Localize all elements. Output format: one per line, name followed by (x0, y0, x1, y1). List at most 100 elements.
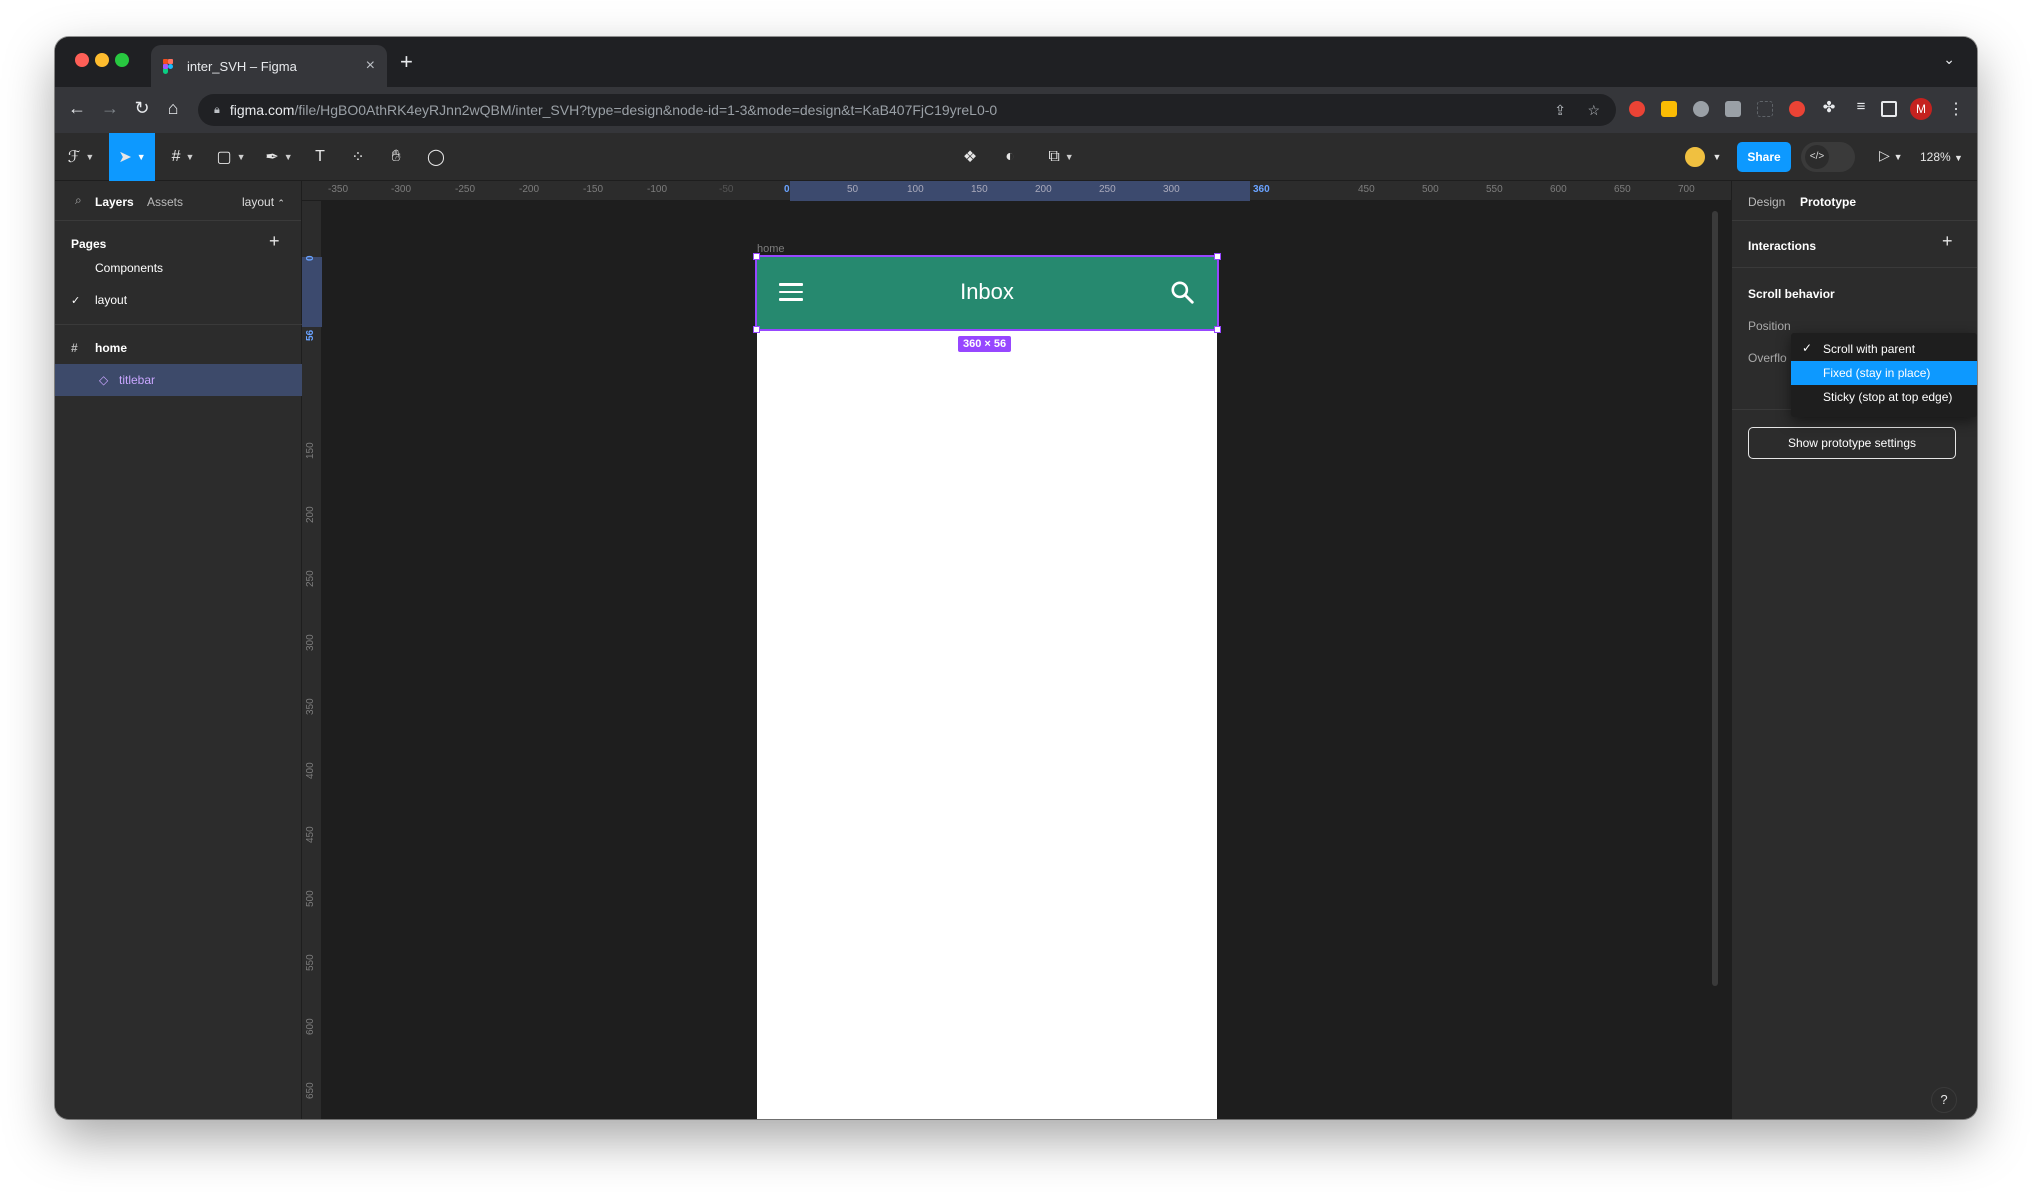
extension-icon[interactable] (1757, 101, 1773, 117)
extension-icon[interactable] (1629, 101, 1645, 117)
canvas-scrollbar[interactable] (1712, 211, 1718, 986)
reload-icon[interactable]: ↻ (130, 98, 154, 119)
checkmark-icon: ✓ (1802, 341, 1813, 355)
ruler-tick: 500 (305, 890, 316, 907)
right-panel-tabs: Design Prototype (1732, 181, 1977, 221)
browser-tab[interactable]: inter_SVH – Figma × (151, 45, 387, 87)
ruler-selection-range (302, 257, 322, 327)
zoom-dropdown[interactable]: 128% ▼ (1920, 150, 1963, 164)
titlebar-title: Inbox (960, 279, 1014, 304)
properties-panel: Design Prototype Interactions + Scroll b… (1731, 181, 1977, 1119)
frame-tool-button[interactable]: # ▼ (165, 133, 201, 181)
main-menu-button[interactable]: ℱ ▼ (63, 133, 99, 181)
layer-home[interactable]: # home (55, 332, 302, 364)
position-label: Position (1748, 319, 1791, 333)
pen-tool-button[interactable]: ✒︎ ▼ (261, 133, 297, 181)
page-selector[interactable]: layout ⌃ (242, 195, 285, 209)
minimize-window-button[interactable] (95, 53, 109, 67)
ruler-tick: 300 (1163, 184, 1180, 195)
tab-close-icon[interactable]: × (366, 57, 375, 75)
interactions-heading: Interactions (1748, 239, 1817, 253)
ruler-tick: -200 (519, 184, 540, 195)
profile-avatar[interactable]: M (1910, 98, 1932, 120)
home-frame[interactable]: Inbox 360 × 56 (753, 253, 1221, 1119)
resize-handle[interactable] (753, 326, 760, 333)
share-button[interactable]: Share (1737, 142, 1791, 172)
ruler-tick: 250 (1099, 184, 1116, 195)
checkmark-icon: ✓ (71, 294, 81, 307)
boolean-ops-button[interactable]: ⧉ ▼ (1039, 133, 1083, 181)
resources-tool-button[interactable]: ⁘ (343, 133, 373, 181)
search-icon[interactable]: ⌕ (75, 193, 82, 208)
page-item-components[interactable]: Components (55, 252, 302, 284)
show-prototype-settings-button[interactable]: Show prototype settings (1748, 427, 1956, 459)
text-icon: T (315, 148, 325, 165)
side-panel-icon[interactable] (1881, 101, 1897, 117)
ruler-tick: -300 (391, 184, 412, 195)
media-queue-icon[interactable]: ≡ (1849, 98, 1873, 115)
add-interaction-icon[interactable]: + (1942, 231, 1953, 252)
extension-icon[interactable] (1661, 101, 1677, 117)
bookmark-star-icon[interactable]: ☆ (1587, 102, 1600, 119)
option-sticky[interactable]: Sticky (stop at top edge) (1791, 385, 1977, 409)
move-tool-button[interactable]: ➤ ▼ (109, 133, 155, 181)
maximize-window-button[interactable] (115, 53, 129, 67)
shape-tool-button[interactable]: ▢ ▼ (213, 133, 249, 181)
ruler-tick: 150 (971, 184, 988, 195)
ruler-tick: 650 (1614, 184, 1631, 195)
share-page-icon[interactable]: ⇪ (1554, 102, 1566, 119)
dev-mode-toggle[interactable]: </> (1801, 142, 1855, 172)
titlebar-component[interactable]: Inbox (753, 253, 1221, 333)
tab-layers[interactable]: Layers (95, 195, 134, 209)
tab-title: inter_SVH – Figma (187, 58, 297, 74)
add-page-icon[interactable]: + (269, 231, 280, 252)
extensions-puzzle-icon[interactable]: ✤ (1817, 98, 1841, 116)
present-button[interactable]: ▷ ▼ (1879, 147, 1903, 164)
resize-handle[interactable] (1214, 253, 1221, 260)
help-button[interactable]: ? (1931, 1087, 1957, 1113)
option-fixed[interactable]: Fixed (stay in place) (1791, 361, 1977, 385)
page-item-layout[interactable]: ✓ layout (55, 284, 302, 316)
collaborators-caret-icon[interactable]: ▼ (1709, 133, 1725, 181)
tab-search-icon[interactable]: ⌄ (1943, 51, 1955, 68)
extension-icon[interactable] (1725, 101, 1741, 117)
extension-icon[interactable] (1789, 101, 1805, 117)
horizontal-ruler: -350 -300 -250 -200 -150 -100 -50 0 50 1… (302, 181, 1731, 201)
design-canvas[interactable]: home Inbox 360 × 56 (322, 201, 1731, 1119)
close-window-button[interactable] (75, 53, 89, 67)
tab-prototype[interactable]: Prototype (1800, 195, 1856, 209)
position-dropdown-menu: ✓ Scroll with parent Fixed (stay in plac… (1791, 333, 1977, 417)
ruler-tick: -150 (583, 184, 604, 195)
browser-toolbar: ← → ↻ ⌂ 🔒︎ figma.com /file/HgBO0AthRK4ey… (55, 87, 1977, 133)
tab-design[interactable]: Design (1748, 195, 1785, 209)
collaborator-avatar[interactable] (1683, 145, 1707, 169)
boolean-union-icon: ⧉ (1048, 148, 1060, 165)
home-icon[interactable]: ⌂ (161, 98, 185, 119)
address-bar[interactable]: 🔒︎ figma.com /file/HgBO0AthRK4eyRJnn2wQB… (198, 94, 1616, 126)
mask-button[interactable]: ◐ (995, 133, 1025, 181)
resize-handle[interactable] (753, 253, 760, 260)
ruler-tick: 550 (1486, 184, 1503, 195)
frame-label[interactable]: home (757, 243, 785, 255)
search-icon (1171, 281, 1194, 304)
ruler-tick: -50 (719, 184, 734, 195)
ruler-selection-range (790, 181, 1250, 201)
text-tool-button[interactable]: T (305, 133, 335, 181)
tab-assets[interactable]: Assets (147, 195, 183, 209)
resize-handle[interactable] (1214, 326, 1221, 333)
create-component-button[interactable]: ❖ (955, 133, 985, 181)
layer-titlebar[interactable]: ◇ titlebar (55, 364, 302, 396)
url-path: /file/HgBO0AthRK4eyRJnn2wQBM/inter_SVH?t… (294, 102, 998, 118)
browser-menu-icon[interactable]: ⋮ (1948, 99, 1964, 119)
hand-icon: ✋︎ (391, 148, 401, 165)
new-tab-button[interactable]: + (400, 49, 413, 75)
option-scroll-with-parent[interactable]: ✓ Scroll with parent (1791, 337, 1977, 361)
ruler-tick: 0 (305, 255, 316, 261)
forward-icon[interactable]: → (98, 98, 122, 119)
hand-tool-button[interactable]: ✋︎ (381, 133, 411, 181)
extension-icon[interactable] (1693, 101, 1709, 117)
back-icon[interactable]: ← (65, 98, 89, 119)
comment-tool-button[interactable]: ◯ (421, 133, 451, 181)
ruler-tick: 300 (305, 634, 316, 651)
ruler-tick: 50 (847, 184, 859, 195)
